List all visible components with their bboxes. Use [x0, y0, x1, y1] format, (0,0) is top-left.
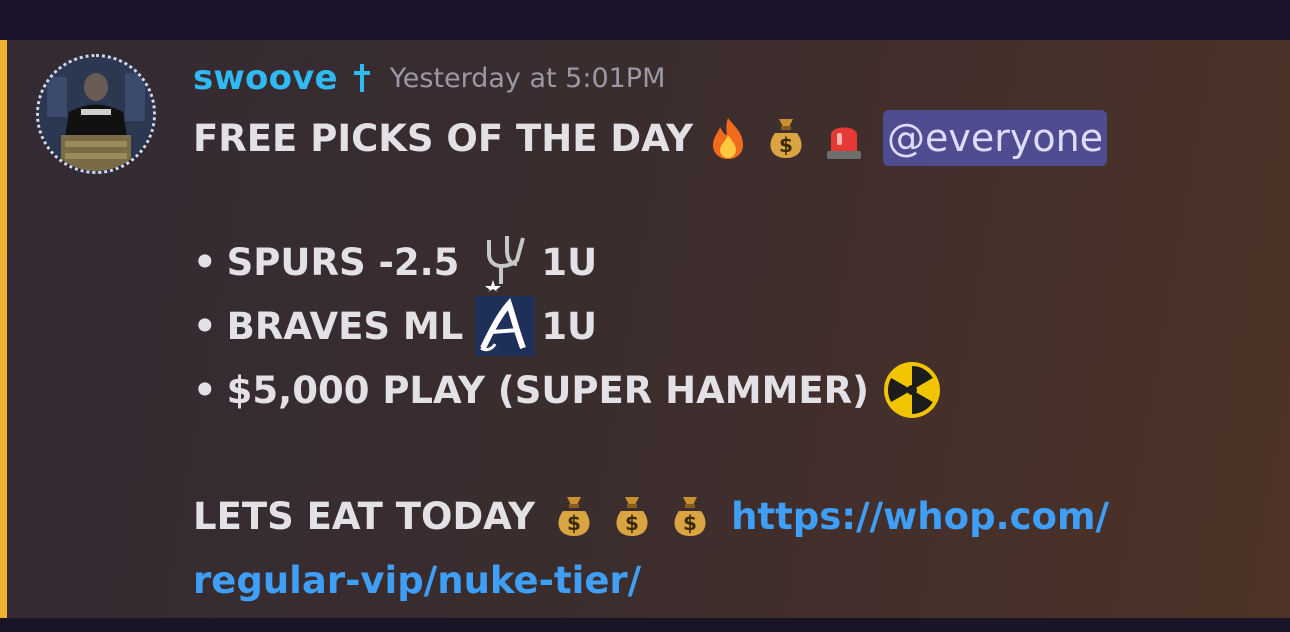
headline-line: FREE PICKS OF THE DAY $ @everyone	[193, 110, 1108, 166]
everyone-mention[interactable]: @everyone	[883, 110, 1108, 166]
closing-line: LETS EAT TODAY $ $ $ https://whop.com/	[193, 484, 1109, 548]
avatar[interactable]	[36, 54, 156, 174]
fire-emoji	[705, 115, 751, 161]
cross-icon	[353, 64, 370, 92]
headline-text: FREE PICKS OF THE DAY	[193, 116, 694, 160]
bullet: •	[193, 304, 217, 348]
username[interactable]: swoove	[193, 58, 338, 98]
police-light-emoji	[821, 115, 867, 161]
radioactive-emoji	[883, 361, 941, 419]
pick-row: • SPURS -2.5 1U	[193, 230, 597, 294]
money-bag-emoji: $	[667, 493, 713, 539]
pick-text: SPURS -2.5	[226, 240, 460, 284]
pick-text: $5,000 PLAY (SUPER HAMMER)	[226, 368, 870, 412]
money-bag-emoji: $	[551, 493, 597, 539]
bottom-bar	[0, 618, 1290, 632]
message-header: swoove Yesterday at 5:01PM	[193, 58, 665, 98]
timestamp[interactable]: Yesterday at 5:01PM	[390, 63, 666, 94]
mention-highlight-bar	[0, 40, 7, 618]
link-continuation-line: regular-vip/nuke-tier/	[193, 548, 641, 612]
braves-logo	[475, 296, 536, 356]
svg-text:$: $	[779, 133, 793, 157]
pick-row: • $5,000 PLAY (SUPER HAMMER)	[193, 358, 941, 422]
chat-message[interactable]: swoove Yesterday at 5:01PM FREE PICKS OF…	[0, 40, 1290, 618]
svg-text:$: $	[683, 511, 697, 535]
bullet: •	[193, 240, 217, 284]
pick-row: • BRAVES ML 1U	[193, 294, 597, 358]
whop-link-continued[interactable]: regular-vip/nuke-tier/	[193, 559, 641, 602]
bullet: •	[193, 368, 217, 412]
closing-text: LETS EAT TODAY	[193, 494, 536, 538]
units: 1U	[541, 304, 598, 348]
whop-link[interactable]: https://whop.com/	[731, 495, 1109, 538]
units: 1U	[541, 240, 598, 284]
svg-text:$: $	[625, 511, 639, 535]
pick-text: BRAVES ML	[226, 304, 464, 348]
spurs-logo	[473, 232, 533, 292]
money-bag-emoji: $	[609, 493, 655, 539]
top-bar	[0, 0, 1290, 40]
svg-text:$: $	[567, 511, 581, 535]
money-bag-emoji: $	[763, 115, 809, 161]
